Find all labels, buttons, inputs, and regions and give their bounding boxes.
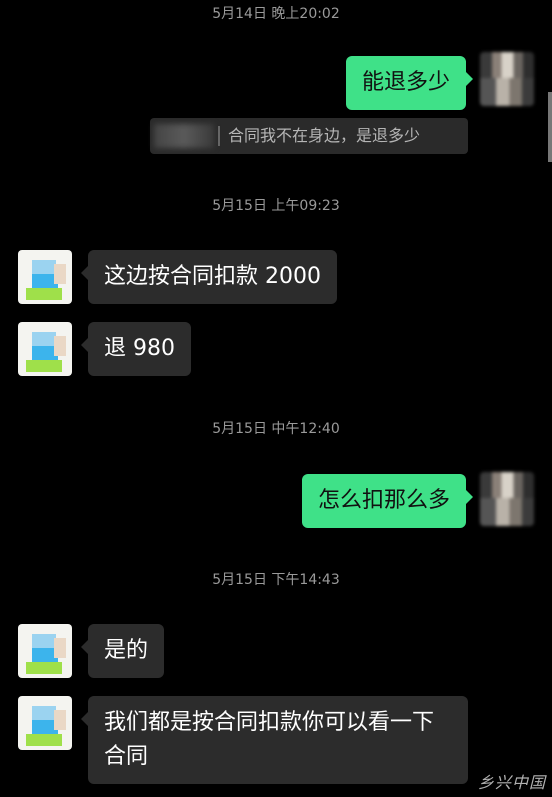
contact-avatar[interactable] [18,322,72,376]
watermark-logo: 乡兴中国 [477,773,546,792]
quoted-reply[interactable]: 合同我不在身边，是退多少 [150,118,468,154]
timestamp: 5月14日 晚上20:02 [212,6,340,22]
contact-avatar[interactable] [18,624,72,678]
contact-avatar[interactable] [18,696,72,750]
my-avatar[interactable] [480,472,534,526]
timestamp: 5月15日 下午14:43 [212,572,340,588]
received-message-bubble[interactable]: 是的 [80,624,165,678]
received-message-bubble[interactable]: 退 980 [81,322,191,376]
timestamp: 5月15日 中午12:40 [212,421,340,437]
scrollbar[interactable] [548,92,552,162]
timestamp: 5月15日 上午09:23 [212,198,340,214]
chat-screen: 5月14日 晚上20:02 能退多少 合同我不在身边，是退多少 5月15日 上午… [0,0,552,797]
my-avatar[interactable] [480,52,534,106]
contact-avatar[interactable] [18,250,72,304]
received-message-bubble[interactable]: 这边按合同扣款 2000 [81,250,337,304]
quoted-text: 合同我不在身边，是退多少 [228,126,421,145]
quote-divider [218,126,220,146]
received-message-bubble[interactable]: 我们都是按合同扣款你可以看一下合同 [81,696,468,784]
blurred-sender-name [154,124,214,148]
sent-message-bubble[interactable]: 怎么扣那么多 [301,474,474,528]
sent-message-bubble[interactable]: 能退多少 [345,56,474,110]
